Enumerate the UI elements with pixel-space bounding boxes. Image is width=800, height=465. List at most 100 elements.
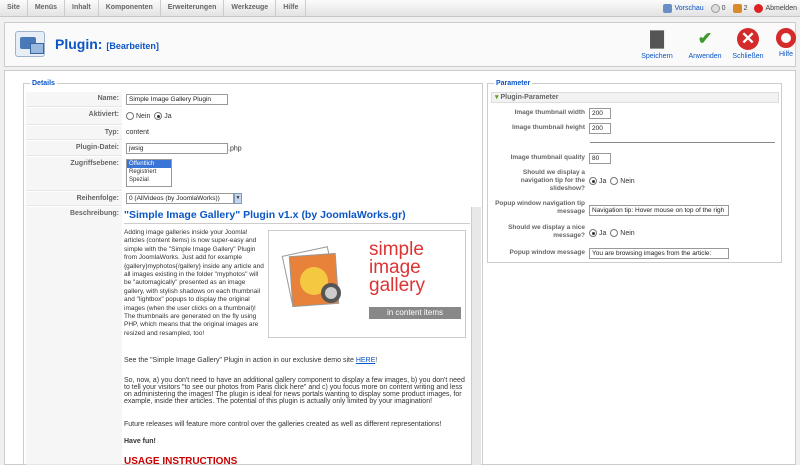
menu-extensions[interactable]: Erweiterungen — [161, 0, 225, 16]
type-row: Typ: content — [26, 126, 502, 140]
file-label: Plugin-Datei: — [26, 141, 122, 156]
nice-no-radio[interactable] — [610, 229, 619, 237]
order-row: Reihenfolge: 0 (AllVideos (by JoomlaWork… — [26, 192, 502, 206]
nice-no-label: Nein — [620, 229, 635, 237]
messages-count: 0 — [721, 4, 726, 12]
page-title-text: Plugin: — [55, 36, 103, 52]
admin-menubar: Site Menüs Inhalt Komponenten Erweiterun… — [0, 0, 800, 17]
users-count: 2 — [743, 4, 748, 12]
width-input[interactable]: 200 — [589, 108, 611, 119]
users-icon — [732, 3, 742, 13]
logo-word-gallery: gallery — [369, 275, 425, 296]
logout-icon — [754, 3, 764, 13]
quality-row: Image thumbnail quality 80 — [495, 152, 775, 166]
enabled-no-label: Nein — [136, 112, 151, 120]
description-label: Beschreibung: — [26, 207, 122, 465]
apply-label: Anwenden — [688, 53, 722, 60]
navtip-no-label: Nein — [620, 177, 635, 185]
popup-input[interactable]: You are browsing images from the article… — [589, 248, 729, 259]
demo-paragraph: See the "Simple Image Gallery" Plugin in… — [124, 357, 470, 364]
width-label: Image thumbnail width — [514, 109, 585, 116]
height-row: Image thumbnail height 200 — [495, 122, 775, 136]
help-label: Hilfe — [778, 51, 793, 58]
nice-yes-radio[interactable] — [589, 229, 597, 237]
preview-link[interactable]: Vorschau — [663, 3, 704, 13]
access-option-special[interactable]: Spezial — [127, 176, 171, 184]
menu-help[interactable]: Hilfe — [276, 0, 307, 16]
save-label: Speichern — [641, 53, 673, 60]
navmsg-row: Popup window navigation tip message Navi… — [495, 199, 775, 219]
enabled-yes-radio[interactable] — [154, 112, 163, 120]
messages-link[interactable]: 0 — [710, 3, 726, 13]
logo-tagline: in content items — [369, 307, 461, 319]
save-icon: ▇ — [650, 29, 664, 48]
navmsg-input[interactable]: Navigation tip: Hover mouse on top of th… — [589, 205, 729, 216]
access-option-registered[interactable]: Registriert — [127, 168, 171, 176]
save-button[interactable]: ▇ Speichern — [637, 28, 677, 60]
name-row: Name: Simple Image Gallery Plugin — [26, 92, 502, 107]
access-option-public[interactable]: Öffentlich — [127, 160, 171, 168]
gallery-logo: simple image gallery in content items — [268, 230, 466, 338]
type-value: content — [126, 129, 149, 136]
file-row: Plugin-Datei: jwsig .php — [26, 141, 502, 156]
apply-button[interactable]: ✔ Anwenden — [685, 28, 725, 60]
width-row: Image thumbnail width 200 — [495, 107, 775, 121]
navtip-row: Should we display a navigation tip for t… — [495, 167, 775, 195]
plugin-parameter-title: Plugin-Parameter — [500, 94, 559, 101]
enabled-yes-label: Ja — [164, 112, 172, 120]
menu-tools[interactable]: Werkzeuge — [224, 0, 277, 16]
preview-label: Vorschau — [674, 4, 704, 12]
name-input[interactable]: Simple Image Gallery Plugin — [126, 94, 228, 105]
access-listbox[interactable]: Öffentlich Registriert Spezial — [126, 159, 172, 187]
navtip-no-radio[interactable] — [610, 177, 619, 185]
enabled-label: Aktiviert: — [26, 108, 122, 125]
access-label: Zugriffsebene: — [26, 157, 122, 191]
name-label: Name: — [26, 92, 122, 107]
nice-row: Should we display a nice message? Ja Nei… — [495, 223, 775, 243]
page-subtitle: [Bearbeiten] — [106, 41, 159, 51]
quality-label: Image thumbnail quality — [510, 154, 585, 161]
enabled-no-radio[interactable] — [126, 112, 134, 120]
close-button[interactable]: ✕ Schließen — [728, 28, 768, 60]
file-extension: .php — [228, 145, 242, 153]
navtip-yes-radio[interactable] — [589, 177, 597, 185]
logout-link[interactable]: Abmelden — [754, 3, 797, 13]
parameter-legend: Parameter — [494, 80, 533, 87]
access-row: Zugriffsebene: Öffentlich Registriert Sp… — [26, 157, 502, 191]
close-icon: ✕ — [737, 28, 759, 50]
menu-components[interactable]: Komponenten — [99, 0, 161, 16]
navtip-yes-label: Ja — [599, 177, 607, 185]
chevron-down-icon[interactable]: ▼ — [234, 193, 242, 204]
demo-link[interactable]: HERE — [356, 357, 375, 364]
messages-icon — [710, 3, 720, 13]
menu-content[interactable]: Inhalt — [65, 0, 99, 16]
demo-text-end: ! — [375, 357, 378, 364]
enabled-row: Aktiviert: Nein Ja — [26, 108, 502, 125]
benefits-paragraph: So, now, a) you don't need to have an ad… — [124, 377, 465, 405]
photo-stack-icon — [281, 246, 341, 308]
description-scrollbar[interactable] — [471, 207, 481, 465]
file-input[interactable]: jwsig — [126, 143, 228, 154]
plugin-parameter-header[interactable]: ▾ Plugin-Parameter — [491, 92, 779, 103]
usage-heading: USAGE INSTRUCTIONS — [124, 456, 238, 465]
nice-yes-label: Ja — [599, 229, 607, 237]
details-legend: Details — [30, 80, 57, 87]
height-input[interactable]: 200 — [589, 123, 611, 134]
menu-site[interactable]: Site — [0, 0, 28, 16]
users-link[interactable]: 2 — [732, 3, 748, 13]
order-select[interactable]: 0 (AllVideos (by JoomlaWorks)) — [126, 193, 234, 204]
quality-input[interactable]: 80 — [589, 153, 611, 164]
separator-line — [590, 142, 775, 143]
type-label: Typ: — [26, 126, 122, 140]
future-paragraph: Future releases will feature more contro… — [124, 421, 442, 428]
checkmark-icon: ✔ — [697, 29, 713, 48]
menu-menus[interactable]: Menüs — [28, 0, 66, 16]
popup-label: Popup window message — [509, 249, 585, 256]
toolbar: Plugin: [Bearbeiten] ▇ Speichern ✔ Anwende… — [4, 22, 796, 67]
title-divider — [124, 223, 470, 224]
navmsg-label: Popup window navigation tip message — [495, 200, 585, 215]
page-title: Plugin: [Bearbeiten] — [55, 36, 159, 52]
help-button[interactable]: Hilfe — [766, 28, 800, 58]
nice-label: Should we display a nice message? — [508, 224, 585, 239]
main-menu: Site Menüs Inhalt Komponenten Erweiterun… — [0, 0, 307, 16]
